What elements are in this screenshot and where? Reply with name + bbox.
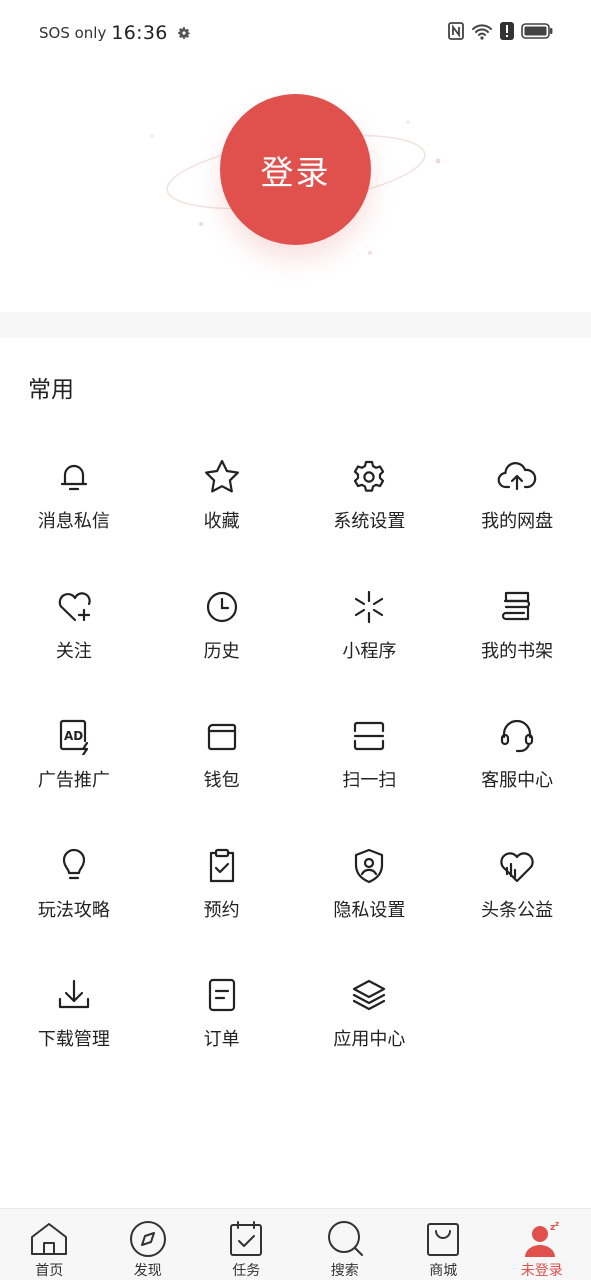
item-downloads[interactable]: 下载管理 (0, 948, 148, 1078)
tab-label: 搜索 (330, 1263, 359, 1279)
item-label: 玩法攻略 (37, 899, 110, 921)
item-label: 头条公益 (481, 899, 554, 921)
heart-plus-icon (54, 587, 94, 627)
item-guides[interactable]: 玩法攻略 (0, 819, 148, 949)
cloud-upload-icon (497, 457, 537, 497)
status-right (448, 22, 553, 40)
charity-heart-icon (497, 846, 537, 886)
status-left: SOS only 16:36 (39, 22, 192, 44)
tab-profile[interactable]: z z 未登录 (493, 1209, 591, 1280)
item-system-settings[interactable]: 系统设置 (296, 430, 444, 560)
item-bookshelf[interactable]: 我的书架 (443, 560, 591, 690)
bottom-tab-bar: 首页 发现 任务 搜索 商城 z z 未登录 (0, 1208, 591, 1280)
item-label: 预约 (203, 899, 240, 921)
network-status: SOS only (39, 24, 107, 42)
tab-label: 任务 (232, 1263, 261, 1279)
item-messages[interactable]: 消息私信 (0, 430, 148, 560)
ad-icon: AD (54, 716, 94, 756)
compass-icon (128, 1219, 168, 1259)
item-label: 系统设置 (333, 511, 406, 532)
item-charity[interactable]: 头条公益 (443, 819, 591, 949)
login-label: 登录 (260, 152, 331, 192)
layers-icon (349, 975, 389, 1015)
battery-icon (521, 23, 553, 39)
section-title: 常用 (28, 377, 74, 403)
item-label: 客服中心 (481, 770, 554, 791)
tab-discover[interactable]: 发现 (99, 1209, 198, 1280)
item-label: 历史 (203, 640, 240, 662)
item-ad-promotion[interactable]: AD 广告推广 (0, 689, 148, 819)
tab-search[interactable]: 搜索 (296, 1209, 395, 1280)
wallet-icon (202, 716, 242, 756)
item-label: 隐私设置 (333, 899, 406, 921)
tab-label: 未登录 (520, 1263, 563, 1279)
item-label: 关注 (55, 640, 92, 662)
item-label: 消息私信 (37, 511, 110, 532)
wifi-icon (472, 24, 492, 40)
gear-icon (349, 457, 389, 497)
tab-label: 首页 (35, 1263, 64, 1279)
item-label: 收藏 (203, 511, 240, 532)
calendar-check-icon (226, 1219, 266, 1259)
nfc-icon (448, 22, 464, 40)
item-favorites[interactable]: 收藏 (148, 430, 296, 560)
order-icon (202, 975, 242, 1015)
tab-label: 发现 (133, 1263, 162, 1279)
scan-icon (349, 716, 389, 756)
item-privacy-settings[interactable]: 隐私设置 (296, 819, 444, 949)
home-icon (29, 1219, 69, 1259)
item-label: 广告推广 (37, 770, 110, 791)
item-app-center[interactable]: 应用中心 (296, 948, 444, 1078)
bookshelf-icon (497, 587, 537, 627)
item-reservations[interactable]: 预约 (148, 819, 296, 949)
search-icon (325, 1219, 365, 1259)
item-label: 下载管理 (37, 1029, 110, 1050)
svg-text:z: z (555, 1220, 559, 1228)
item-scan[interactable]: 扫一扫 (296, 689, 444, 819)
shopping-bag-icon (423, 1219, 463, 1259)
clock-icon (202, 587, 242, 627)
section-divider (0, 312, 591, 338)
shield-user-icon (349, 846, 389, 886)
svg-text:AD: AD (64, 729, 83, 743)
lightbulb-icon (54, 846, 94, 886)
alert-icon (500, 22, 514, 40)
item-orders[interactable]: 订单 (148, 948, 296, 1078)
item-label: 应用中心 (333, 1029, 406, 1050)
star-icon (202, 457, 242, 497)
item-label: 我的网盘 (481, 511, 554, 532)
bell-icon (54, 457, 94, 497)
empty-cell (443, 948, 591, 1078)
status-bar: SOS only 16:36 (0, 0, 591, 66)
headset-icon (497, 716, 537, 756)
tab-home[interactable]: 首页 (0, 1209, 99, 1280)
tab-tasks[interactable]: 任务 (197, 1209, 296, 1280)
item-wallet[interactable]: 钱包 (148, 689, 296, 819)
item-follow[interactable]: 关注 (0, 560, 148, 690)
item-label: 小程序 (342, 640, 397, 662)
tab-label: 商城 (429, 1263, 458, 1279)
item-mini-programs[interactable]: 小程序 (296, 560, 444, 690)
settings-status-icon (177, 27, 190, 39)
item-label: 扫一扫 (342, 770, 397, 791)
item-label: 我的书架 (481, 640, 554, 662)
mini-program-icon (349, 587, 389, 627)
item-label: 订单 (203, 1029, 240, 1050)
item-cloud-drive[interactable]: 我的网盘 (443, 430, 591, 560)
item-history[interactable]: 历史 (148, 560, 296, 690)
login-button[interactable]: 登录 (220, 94, 371, 245)
clipboard-check-icon (202, 846, 242, 886)
item-customer-service[interactable]: 客服中心 (443, 689, 591, 819)
clock: 16:36 (111, 22, 168, 44)
download-icon (54, 975, 94, 1015)
common-grid: 消息私信 收藏 系统设置 我的网盘 关注 历史 小程序 我的书架 AD 广告推广… (0, 430, 591, 1078)
login-hero: 登录 (0, 66, 591, 312)
tab-mall[interactable]: 商城 (394, 1209, 493, 1280)
item-label: 钱包 (203, 770, 240, 791)
user-sleep-icon: z z (522, 1219, 562, 1259)
